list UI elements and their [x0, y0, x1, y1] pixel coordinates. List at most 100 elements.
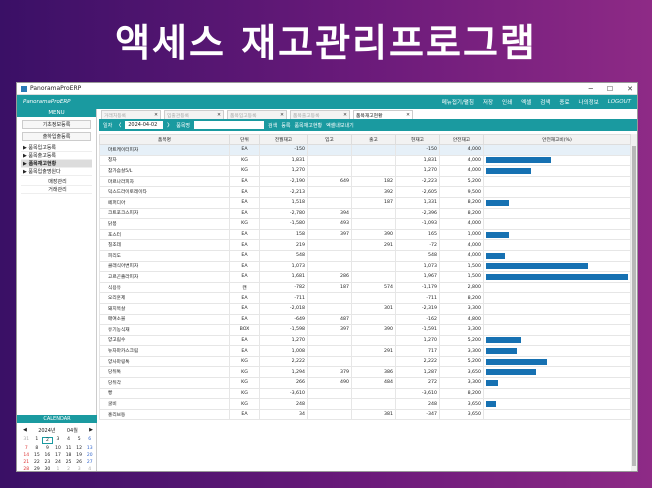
search-button[interactable]: 검색	[540, 98, 550, 106]
calendar-day[interactable]: 28	[21, 467, 32, 471]
maximize-button[interactable]: ☐	[607, 85, 613, 93]
date-next-button[interactable]: 〉	[167, 122, 172, 129]
table-row[interactable]: 유기농식재 BOX -1,598 397 390 -1,591 3,300	[99, 324, 631, 336]
calendar-day[interactable]: 18	[63, 453, 74, 458]
calendar-day[interactable]: 26	[74, 460, 85, 465]
col-header[interactable]: 입고	[307, 134, 352, 145]
table-row[interactable]: 돼지목살 EA -2,018 301 -2,319 3,300	[99, 302, 631, 315]
table-row[interactable]: 굴비 KG 248 248 3,650	[99, 398, 631, 410]
calendar-day[interactable]: 31	[21, 437, 32, 444]
table-row[interactable]: 매여소블 EA -649 487 -162 4,800	[99, 313, 631, 326]
table-scrollbar[interactable]	[631, 134, 637, 471]
col-header[interactable]: 전월재고	[259, 134, 308, 145]
table-row[interactable]: 참가슴살5/L KG 1,270 1,270 4,000	[99, 165, 631, 177]
table-row[interactable]: 칠조데 EA 219 291 -72 4,000	[99, 239, 631, 251]
calendar-day[interactable]: 6	[84, 437, 95, 444]
table-row[interactable]: 당뒤톡 KG 1,294 379 386 1,287 3,650	[99, 366, 631, 379]
table-row[interactable]: 마트케이터피자 EA -150 -150 4,000	[99, 144, 631, 156]
calendar-day[interactable]: 20	[84, 453, 95, 458]
calendar-day[interactable]: 10	[53, 446, 64, 451]
table-row[interactable]: 페퍼디아 EA 1,518 187 1,331 8,200	[99, 196, 631, 209]
close-icon[interactable]: ✕	[154, 113, 158, 118]
print-button[interactable]: 인쇄	[502, 98, 512, 106]
calendar-day[interactable]: 5	[74, 437, 85, 444]
close-button[interactable]: ✕	[627, 85, 633, 93]
table-row[interactable]: 클래식아변피자 EA 1,073 1,073 1,500	[99, 260, 631, 273]
calendar-day[interactable]: 24	[53, 460, 64, 465]
sidebar-item-inout-detail[interactable]: ▶ 품목입출명원다	[21, 168, 92, 176]
table-row[interactable]: 고르곤졸라피자 EA 1,681 286 1,967 1,500	[99, 271, 631, 283]
close-icon[interactable]: ✕	[406, 113, 410, 118]
menu-toggle-button[interactable]: 메뉴접기/펼침	[442, 98, 474, 106]
sidebar-button-basic-info[interactable]: 기초정보등록	[22, 120, 91, 129]
sidebar-item-stock-status[interactable]: ▶ 품목재고현황	[21, 160, 92, 168]
close-icon[interactable]: ✕	[217, 113, 221, 118]
calendar-day[interactable]: 3	[74, 467, 85, 471]
calendar-prev-button[interactable]: ◀	[23, 427, 27, 434]
table-row[interactable]: 빵 KG -3,610 -3,610 8,200	[99, 387, 631, 400]
sidebar-button-shipping[interactable]: 출하입출등록	[22, 132, 91, 141]
tab-inbound[interactable]: 품목입고등록 ✕	[227, 110, 287, 119]
my-info-button[interactable]: 나의정보	[579, 98, 599, 106]
excel-export-button[interactable]: 엑셀내보내기	[326, 122, 354, 129]
calendar-day[interactable]: 12	[74, 446, 85, 451]
tab-inout[interactable]: 입출관등록 ✕	[164, 110, 224, 119]
calendar-day[interactable]: 16	[42, 453, 53, 458]
table-row[interactable]: 양사마링톡 KG 2,222 2,222 5,200	[99, 355, 631, 368]
calendar-day[interactable]: 23	[42, 460, 53, 465]
table-row[interactable]: 홍리브등 EA 34 381 -347 3,650	[99, 408, 631, 421]
calendar-day[interactable]: 4	[84, 467, 95, 471]
col-header[interactable]: 품목명	[99, 134, 230, 145]
calendar-day[interactable]: 2	[63, 467, 74, 471]
calendar-day[interactable]: 17	[53, 453, 64, 458]
calendar-day[interactable]: 22	[32, 460, 43, 465]
calendar-day[interactable]: 8	[32, 446, 43, 451]
calendar-year[interactable]: 2024년	[38, 427, 55, 434]
date-input[interactable]: 2024-04-02	[125, 121, 164, 129]
table-row[interactable]: 식용유 캔 -782 187 574 -1,179 2,800	[99, 281, 631, 294]
col-header[interactable]: 안전재고	[439, 134, 484, 145]
table-row[interactable]: 오리훈제 EA -711 -711 8,200	[99, 292, 631, 304]
calendar-day[interactable]: 29	[32, 467, 43, 471]
calendar-day[interactable]: 1	[53, 467, 64, 471]
calendar-day[interactable]: 14	[21, 453, 32, 458]
logout-button[interactable]: LOGOUT	[608, 99, 631, 105]
calendar-day[interactable]: 7	[21, 446, 32, 451]
sidebar-item-store[interactable]: 매장관리	[21, 178, 92, 186]
table-row[interactable]: 크트포크스피자 EA -2,780 394 -2,396 8,200	[99, 207, 631, 220]
calendar-day[interactable]: 13	[84, 446, 95, 451]
tab-outbound[interactable]: 품목출고등록 ✕	[290, 110, 350, 119]
table-row[interactable]: 포스터 EA 158 397 390 165 1,000	[99, 228, 631, 241]
calendar-day[interactable]: 9	[42, 446, 53, 451]
save-button[interactable]: 저장	[483, 98, 493, 106]
calendar-day[interactable]: 27	[84, 460, 95, 465]
exit-button[interactable]: 종료	[559, 98, 569, 106]
calendar-day[interactable]: 15	[32, 453, 43, 458]
table-row[interactable]: 뉴자마카스크림 EA 1,008 291 717 3,300	[99, 345, 631, 357]
calendar-day[interactable]: 19	[74, 453, 85, 458]
calendar-day[interactable]: 21	[21, 460, 32, 465]
tab-stock-status[interactable]: 품목재고현황 ✕	[353, 110, 413, 119]
minimize-button[interactable]: ─	[589, 85, 593, 93]
close-icon[interactable]: ✕	[343, 113, 347, 118]
sidebar-item-outbound[interactable]: ▶ 품목출고등록	[21, 152, 92, 160]
col-header[interactable]: 현재고	[395, 134, 440, 145]
table-row[interactable]: 마르나라피자 EA -2,190 649 182 -2,223 5,200	[99, 175, 631, 188]
search-button[interactable]: 검색	[268, 122, 277, 129]
table-row[interactable]: 양고림수 EA 1,270 1,270 5,200	[99, 334, 631, 347]
table-row[interactable]: 덕스드라이토레이타 EA -2,213 392 -2,605 9,500	[99, 186, 631, 198]
col-header[interactable]: 단위	[229, 134, 260, 145]
tab-client[interactable]: 거래처등록 ✕	[101, 110, 161, 119]
calendar-day[interactable]: 2	[42, 437, 53, 444]
scrollbar-thumb[interactable]	[632, 146, 636, 466]
item-search-input[interactable]	[194, 121, 265, 129]
excel-button[interactable]: 엑셀	[521, 98, 531, 106]
date-prev-button[interactable]: 〈	[116, 122, 121, 129]
calendar-day[interactable]: 11	[63, 446, 74, 451]
col-header[interactable]: 안전재고비(%)	[483, 134, 631, 145]
col-header[interactable]: 출고	[351, 134, 396, 145]
table-row[interactable]: 청자 KG 1,831 1,831 4,000	[99, 154, 631, 167]
calendar-month[interactable]: 04월	[67, 427, 78, 434]
calendar-next-button[interactable]: ▶	[89, 427, 93, 434]
item-status-button[interactable]: 품목재고현황	[294, 122, 322, 129]
